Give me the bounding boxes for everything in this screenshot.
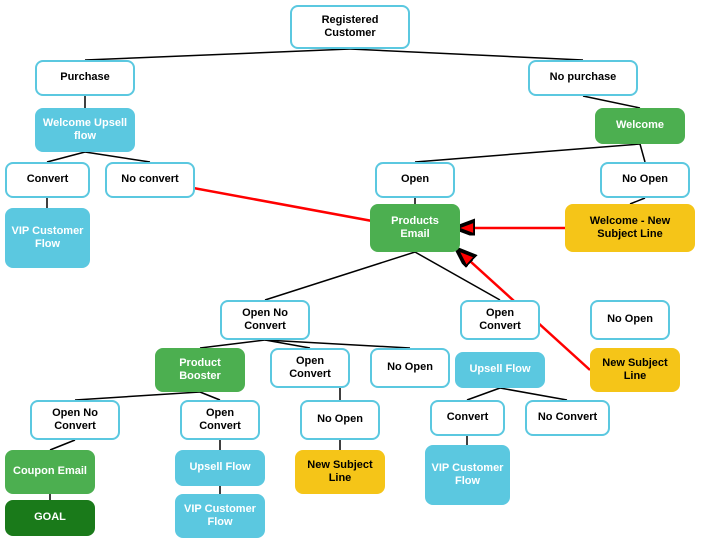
vip-customer-flow-left-node: VIP Customer Flow bbox=[175, 494, 265, 538]
products-email-node: Products Email bbox=[370, 204, 460, 252]
open-no-convert-left-node: Open No Convert bbox=[220, 300, 310, 340]
convert-node: Convert bbox=[5, 162, 90, 198]
registered-customer-node: Registered Customer bbox=[290, 5, 410, 49]
no-convert-node: No convert bbox=[105, 162, 195, 198]
no-open-mid-node: No Open bbox=[370, 348, 450, 388]
product-booster-node: Product Booster bbox=[155, 348, 245, 392]
welcome-upsell-node: Welcome Upsell flow bbox=[35, 108, 135, 152]
open-no-convert-far-left-node: Open No Convert bbox=[30, 400, 120, 440]
open-node: Open bbox=[375, 162, 455, 198]
coupon-email-node: Coupon Email bbox=[5, 450, 95, 494]
no-convert-right-node: No Convert bbox=[525, 400, 610, 436]
open-convert-right-node: Open Convert bbox=[460, 300, 540, 340]
new-subject-line-mid-node: New Subject Line bbox=[295, 450, 385, 494]
upsell-flow-left-node: Upsell Flow bbox=[175, 450, 265, 486]
convert-right-node: Convert bbox=[430, 400, 505, 436]
no-open-left-node: No Open bbox=[300, 400, 380, 440]
new-subject-line-right-node: New Subject Line bbox=[590, 348, 680, 392]
welcome-new-subject-node: Welcome - New Subject Line bbox=[565, 204, 695, 252]
no-open-far-right-node: No Open bbox=[590, 300, 670, 340]
vip-customer-flow-node: VIP Customer Flow bbox=[5, 208, 90, 268]
vip-customer-flow-right-node: VIP Customer Flow bbox=[425, 445, 510, 505]
welcome-node: Welcome bbox=[595, 108, 685, 144]
no-open-right-node: No Open bbox=[600, 162, 690, 198]
open-convert-mid-node: Open Convert bbox=[270, 348, 350, 388]
upsell-flow-right-node: Upsell Flow bbox=[455, 352, 545, 388]
purchase-node: Purchase bbox=[35, 60, 135, 96]
goal-node: GOAL bbox=[5, 500, 95, 536]
no-purchase-node: No purchase bbox=[528, 60, 638, 96]
diagram: Registered Customer Purchase No purchase We… bbox=[0, 0, 718, 540]
open-convert-left-node: Open Convert bbox=[180, 400, 260, 440]
